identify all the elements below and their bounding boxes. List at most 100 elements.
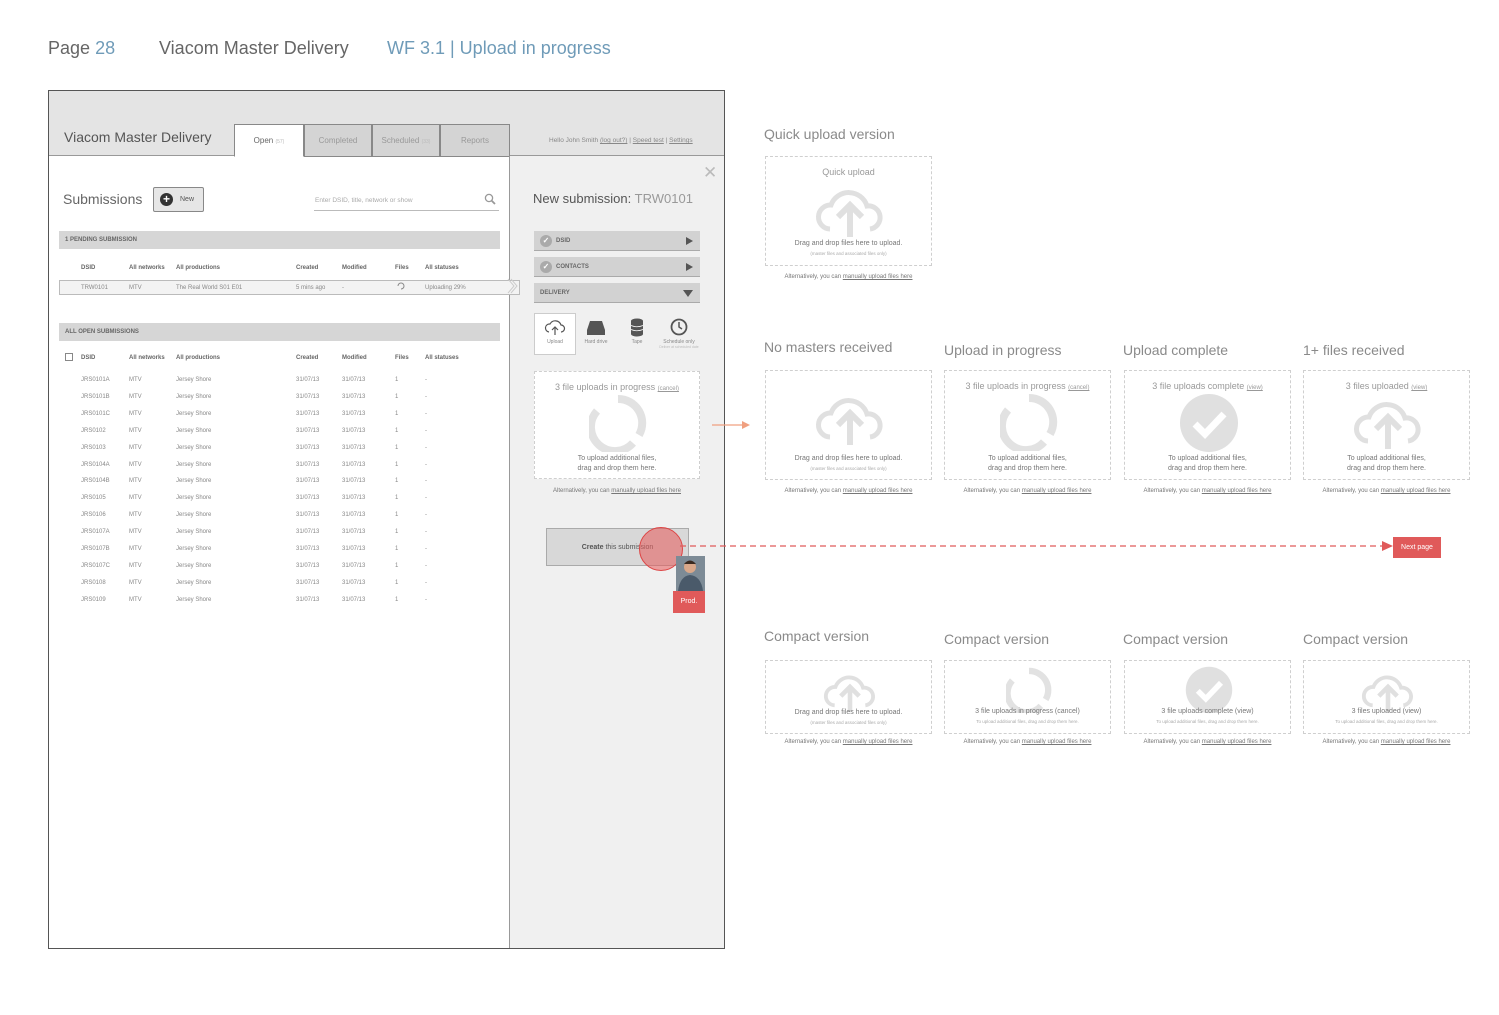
search-input[interactable]: Enter DSID, title, network or show (314, 189, 499, 211)
chevron-right-icon (686, 237, 693, 245)
table-cell: 1 (395, 546, 399, 552)
col-created-header[interactable]: Created (296, 265, 318, 271)
clock-icon (670, 318, 688, 336)
manual-upload-link[interactable]: manually upload files here (1022, 488, 1092, 494)
contacts-section[interactable]: ✓ CONTACTS (534, 257, 700, 277)
manual-upload-link[interactable]: manually upload files here (1022, 739, 1092, 745)
pending-header: 1 PENDING SUBMISSION (59, 231, 500, 249)
table-cell: 1 (395, 461, 399, 468)
close-icon[interactable]: ✕ (703, 163, 717, 183)
manual-upload-link[interactable]: manually upload files here (843, 488, 913, 494)
chevron-right-icon[interactable] (506, 278, 518, 294)
table-cell: MTV (129, 410, 142, 417)
search-icon[interactable] (484, 193, 496, 205)
tab-scheduled[interactable]: Scheduled (33) (372, 124, 440, 157)
manual-upload-link[interactable]: manually upload files here (843, 274, 913, 280)
table-cell: 31/07/13 (296, 512, 320, 519)
avatar (676, 556, 705, 591)
col-files-header[interactable]: Files (395, 355, 409, 361)
col-created-header[interactable]: Created (296, 355, 318, 361)
col-modified-header[interactable]: Modified (342, 355, 367, 361)
col-dsid-header[interactable]: DSID (81, 265, 95, 271)
table-cell: 31/07/13 (342, 393, 366, 400)
col-modified-header[interactable]: Modified (342, 265, 367, 271)
manual-upload-link[interactable]: manually upload files here (843, 739, 913, 745)
speed-test-link[interactable]: Speed test (633, 137, 664, 144)
col-productions-header[interactable]: All productions (176, 355, 220, 361)
compact-in-progress[interactable]: 3 file uploads in progress (cancel) To u… (944, 660, 1111, 734)
cancel-upload-link[interactable]: (cancel) (658, 386, 679, 392)
method-tape[interactable]: Tape (617, 317, 657, 345)
in-progress-dropzone[interactable]: 3 file uploads in progress (cancel) To u… (944, 370, 1111, 480)
dsid-section[interactable]: ✓ DSID (534, 231, 700, 251)
table-cell: 31/07/13 (296, 427, 320, 434)
upload-dropzone[interactable]: 3 file uploads in progress (cancel) To u… (534, 371, 700, 479)
table-cell: JRS0102 (81, 427, 106, 434)
col-networks-header[interactable]: All networks (129, 265, 165, 271)
no-masters-title: No masters received (764, 339, 893, 355)
col-networks-header[interactable]: All networks (129, 355, 165, 361)
select-all-checkbox[interactable] (65, 353, 73, 361)
tab-open[interactable]: Open (57) (234, 124, 304, 157)
col-productions-header[interactable]: All productions (176, 265, 220, 271)
table-cell: 31/07/13 (342, 596, 366, 603)
compact-complete[interactable]: 3 file uploads complete (view) To upload… (1124, 660, 1291, 734)
table-cell: 31/07/13 (342, 579, 366, 586)
table-cell: Jersey Shore (176, 478, 212, 485)
table-cell: 31/07/13 (342, 512, 366, 519)
col-files-header[interactable]: Files (395, 265, 409, 271)
view-uploads-link[interactable]: (view) (1247, 385, 1263, 391)
table-cell: 1 (395, 478, 399, 485)
table-cell: Jersey Shore (176, 529, 212, 536)
col-dsid-header[interactable]: DSID (81, 355, 95, 361)
quick-upload-title: Quick upload version (764, 126, 895, 142)
tab-completed[interactable]: Completed (304, 124, 372, 157)
table-cell: JRS0107C (81, 562, 111, 569)
tab-reports[interactable]: Reports (440, 124, 510, 157)
table-cell: - (425, 495, 427, 502)
logout-link[interactable]: (log out?) (600, 137, 627, 144)
no-masters-dropzone[interactable]: Drag and drop files here to upload. (mas… (765, 370, 932, 480)
complete-dropzone[interactable]: 3 file uploads complete (view) To upload… (1124, 370, 1291, 480)
manual-upload-link[interactable]: manually upload files here (611, 488, 681, 494)
table-cell: 1 (395, 393, 399, 400)
table-cell: JRS0104A (81, 461, 110, 468)
col-statuses-header[interactable]: All statuses (425, 355, 459, 361)
check-icon: ✓ (540, 235, 552, 247)
manual-upload-link[interactable]: manually upload files here (1381, 739, 1451, 745)
manual-upload-link[interactable]: manually upload files here (1202, 488, 1272, 494)
received-dropzone[interactable]: 3 files uploaded (view) To upload additi… (1303, 370, 1470, 480)
settings-link[interactable]: Settings (669, 137, 693, 144)
document-title: Viacom Master Delivery (159, 38, 349, 58)
delivery-section[interactable]: DELIVERY (534, 283, 700, 303)
next-page-button[interactable]: Next page (1393, 537, 1441, 558)
table-cell: 31/07/13 (296, 495, 320, 502)
manual-upload-link[interactable]: manually upload files here (1202, 739, 1272, 745)
check-icon: ✓ (540, 261, 552, 273)
cancel-upload-link[interactable]: (cancel) (1068, 385, 1089, 391)
compact-received[interactable]: 3 files uploaded (view) To upload additi… (1303, 660, 1470, 734)
progress-spinner-icon (1000, 393, 1058, 451)
table-cell: MTV (129, 512, 142, 519)
table-cell: 31/07/13 (296, 478, 320, 485)
manual-upload-link[interactable]: manually upload files here (1381, 488, 1451, 494)
table-cell: - (425, 410, 427, 417)
pending-cell: - (342, 285, 344, 291)
new-submission-button[interactable]: + New (153, 187, 204, 212)
col-statuses-header[interactable]: All statuses (425, 265, 459, 271)
progress-spinner-icon (589, 394, 647, 452)
table-cell: Jersey Shore (176, 546, 212, 552)
table-cell: 31/07/13 (296, 393, 320, 400)
quick-upload-dropzone[interactable]: Quick upload Drag and drop files here to… (765, 156, 932, 266)
method-upload[interactable]: Upload (535, 317, 575, 345)
manual-upload-note: Alternatively, you can manually upload f… (963, 488, 1092, 494)
pending-cell: Uploading 29% (425, 285, 466, 291)
compact-dropzone[interactable]: Drag and drop files here to upload. (mas… (765, 660, 932, 734)
manual-upload-note: Alternatively, you can manually upload f… (784, 739, 913, 745)
page-number-label: Page 28 (48, 38, 116, 58)
method-schedule-only[interactable]: Schedule only Deliver at scheduled date (659, 317, 699, 349)
method-hard-drive[interactable]: Hard drive (576, 317, 616, 345)
table-cell: 1 (395, 444, 399, 451)
pending-cell: TRW0101 (81, 285, 108, 291)
table-cell: 31/07/13 (342, 427, 366, 434)
